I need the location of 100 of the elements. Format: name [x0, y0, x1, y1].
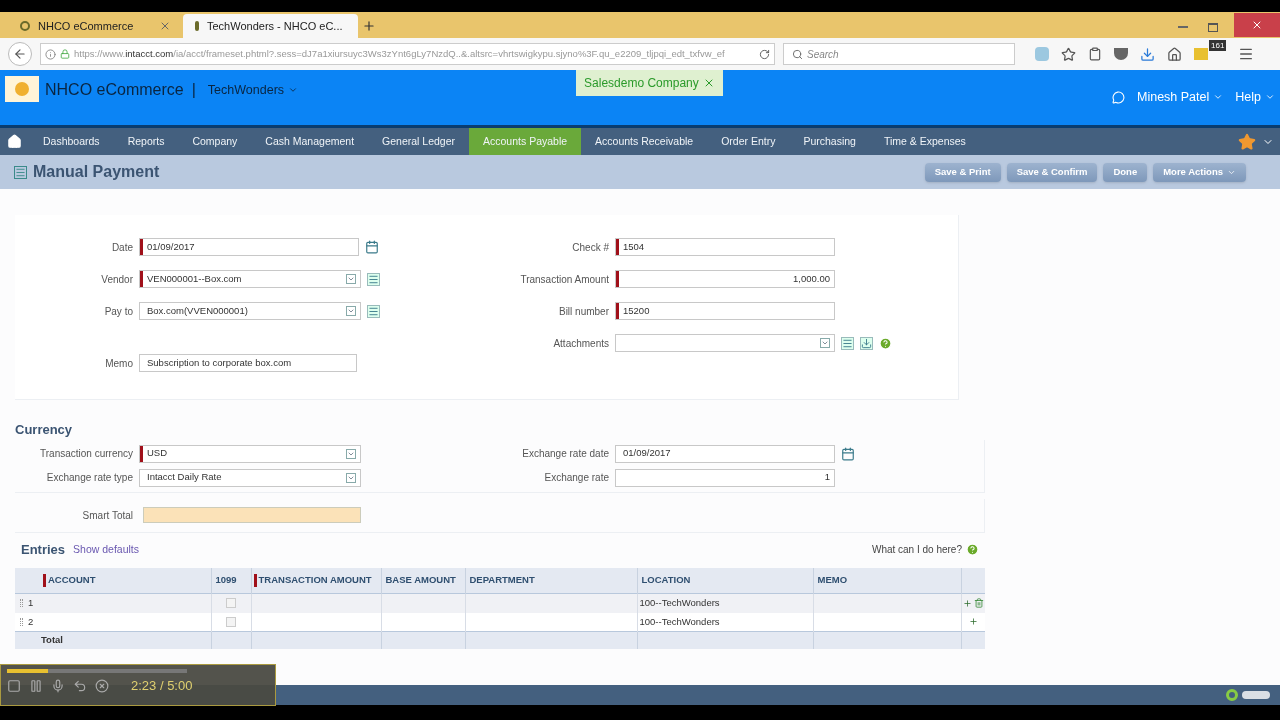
lock-icon	[60, 49, 70, 59]
calendar-icon[interactable]	[365, 240, 379, 254]
column-header: DEPARTMENT	[465, 567, 637, 594]
nav-tab[interactable]: Cash Management	[251, 128, 369, 155]
nav-tab[interactable]: General Ledger	[368, 128, 470, 155]
input-field[interactable]	[615, 334, 835, 352]
field-label: Vendor	[100, 272, 133, 287]
add-row-icon[interactable]	[968, 617, 978, 627]
search-box[interactable]: Search	[783, 43, 1015, 65]
add-row-icon[interactable]	[962, 598, 972, 608]
nav-tab[interactable]: Order Entry	[707, 128, 790, 155]
input-field[interactable]: 1	[615, 468, 835, 487]
smart-total-field[interactable]	[143, 507, 361, 523]
input-field[interactable]: 1504	[615, 238, 835, 256]
field-label: Date	[110, 240, 133, 255]
back-arrow-icon	[13, 47, 27, 61]
back-button[interactable]	[8, 42, 32, 66]
field-label: Attachments	[552, 336, 609, 351]
user-menu[interactable]: Minesh Patel	[1137, 88, 1224, 107]
input-field[interactable]: Box.com(VVEN000001)	[139, 302, 361, 320]
field-label: Bill number	[557, 304, 609, 319]
column-header: LOCATION	[637, 567, 813, 594]
delete-icon[interactable]	[973, 598, 984, 609]
search-icon	[792, 48, 803, 60]
home-icon[interactable]	[1167, 46, 1182, 62]
checkbox[interactable]	[226, 616, 236, 627]
nav-tab[interactable]: Company	[178, 128, 252, 155]
field-label: Check #	[571, 240, 609, 255]
list-icon[interactable]	[367, 272, 380, 286]
input-field[interactable]: 01/09/2017	[139, 238, 359, 256]
dropdown-icon[interactable]	[346, 306, 356, 316]
help-icon[interactable]	[966, 543, 979, 556]
favorites-icon[interactable]	[1238, 132, 1256, 151]
total-label: Total	[41, 631, 211, 649]
powered-by-logo	[1226, 689, 1270, 701]
input-field[interactable]: VEN000001--Box.com	[139, 270, 361, 288]
field-label: Transaction currency	[39, 447, 133, 461]
input-field[interactable]: USD	[139, 444, 361, 463]
menu-icon[interactable]	[1238, 46, 1255, 62]
nav-tab[interactable]: Reports	[113, 128, 179, 155]
maximize-icon[interactable]	[1208, 23, 1218, 32]
download-icon[interactable]	[1140, 46, 1155, 62]
input-field[interactable]: Intacct Daily Rate	[139, 468, 361, 487]
pocket-icon[interactable]	[1114, 48, 1128, 60]
dropdown-icon[interactable]	[820, 338, 830, 348]
microphone-icon[interactable]	[51, 678, 65, 693]
cancel-icon[interactable]	[95, 678, 109, 693]
browser-tab[interactable]: TechWonders - NHCO eC...	[183, 14, 358, 38]
nav-tab[interactable]: Dashboards	[29, 128, 114, 155]
help-icon[interactable]	[879, 336, 892, 350]
column-header: 1099	[211, 567, 251, 594]
bookmark-icon[interactable]	[1061, 46, 1076, 62]
nav-tab[interactable]: Time & Expenses	[869, 128, 980, 155]
dropdown-icon[interactable]	[346, 472, 356, 483]
close-icon[interactable]	[159, 20, 171, 32]
clipboard-icon[interactable]	[1088, 47, 1102, 61]
logo-icon	[5, 76, 39, 102]
list-icon[interactable]	[841, 336, 854, 350]
field-label: Pay to	[103, 304, 133, 319]
input-field[interactable]: 15200	[615, 302, 835, 320]
company-notice: Salesdemo Company	[576, 70, 723, 96]
help-menu[interactable]: Help	[1235, 88, 1275, 107]
field-label: Exchange rate type	[45, 471, 133, 485]
calendar-icon[interactable]	[841, 446, 855, 461]
list-icon[interactable]	[367, 304, 380, 318]
reload-icon[interactable]	[759, 48, 770, 60]
column-header: MEMO	[813, 567, 961, 594]
close-icon	[1251, 19, 1263, 31]
field-label: Exchange rate	[543, 471, 609, 485]
input-field[interactable]: 1,000.00	[615, 270, 835, 288]
browser-tab[interactable]: NHCO eCommerce	[8, 14, 183, 38]
table-cell: 100--TechWonders	[637, 593, 813, 613]
entity-menu[interactable]: TechWonders	[207, 81, 299, 100]
column-header: TRANSACTION AMOUNT	[251, 567, 381, 594]
pause-icon[interactable]	[29, 678, 43, 693]
list-icon	[14, 165, 27, 179]
show-defaults-link[interactable]: Show defaults	[73, 541, 140, 558]
dropdown-icon[interactable]	[346, 274, 356, 284]
input-field[interactable]: Subscription to corporate box.com	[139, 354, 357, 372]
chat-icon[interactable]	[1112, 90, 1125, 104]
checkbox[interactable]	[226, 598, 236, 609]
playback-time: 2:23 / 5:00	[131, 677, 193, 695]
new-tab-icon[interactable]	[362, 19, 376, 33]
field-label: Transaction Amount	[519, 272, 609, 287]
nav-tab[interactable]: Accounts Receivable	[581, 128, 708, 155]
undo-icon[interactable]	[73, 678, 87, 693]
input-field[interactable]: 01/09/2017	[615, 444, 835, 463]
page-title: Manual Payment	[33, 162, 160, 182]
field-label: Smart Total	[81, 508, 133, 523]
section-title: Currency	[15, 421, 74, 439]
field-label: Memo	[104, 356, 133, 371]
count-badge: 161	[1209, 40, 1227, 51]
upload-icon[interactable]	[860, 336, 873, 350]
address-bar[interactable]: https://www.intacct.com/ia/acct/frameset.phtml?.sess=dJ7a1xiursuyc3Ws3zYnt6gLy7NzdQ..&.altsrc=vhrtswigkypu.sjyno%3F.qu_e2209_tljpqi_edt_txfvw_ef	[40, 43, 775, 65]
search-field[interactable]: Search	[807, 44, 1014, 64]
help-link[interactable]: What can I do here?	[871, 542, 962, 557]
dropdown-icon[interactable]	[346, 448, 356, 459]
nav-tab[interactable]: Purchasing	[789, 128, 870, 155]
company-name: NHCO eCommerce	[45, 80, 184, 100]
stop-icon[interactable]	[7, 678, 21, 693]
